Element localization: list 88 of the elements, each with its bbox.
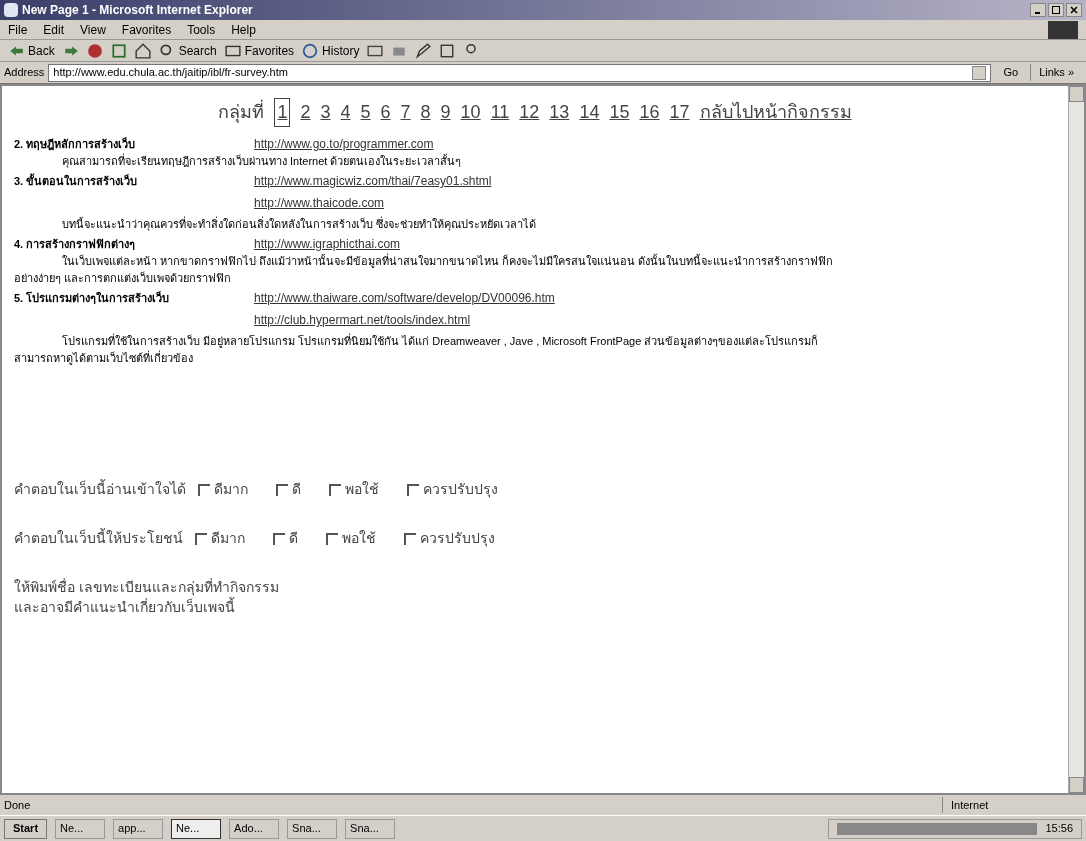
- link[interactable]: http://www.igraphicthai.com: [254, 235, 401, 253]
- topic-title: 2. ทฤษฎีหลักการสร้างเว็บ: [14, 136, 137, 153]
- page-link[interactable]: 4: [340, 99, 351, 126]
- link[interactable]: http://club.hypermart.net/tools/index.html: [254, 313, 471, 327]
- stop-icon: [86, 42, 103, 59]
- maximize-button[interactable]: [1048, 3, 1064, 17]
- option-label: พอใช้: [345, 480, 379, 499]
- topic-description: ในเว็บเพจแต่ละหน้า หากขาดกราฟฟิกไป ถึงแม้ว่าหน้านั้นจะมีข้อมูลที่น่าสนใจมากขนาดไหน ก็คงจะไม่มีใครสนใจแน่นอน ดังนั้นในบทนี้จะแนะนำการสร้างกราฟฟิกอย่างง่ายๆ และการตกแต่งเว็บเพจด้วยกราฟฟิก: [14, 253, 835, 286]
- toolbar-button[interactable]: Favorites: [224, 41, 295, 60]
- nav-label: กลุ่มที่: [218, 99, 265, 126]
- topic-title: 5. โปรแกรมต่างๆในการสร้างเว็บ: [14, 290, 171, 306]
- close-button[interactable]: [1066, 3, 1082, 17]
- page-link[interactable]: 6: [380, 99, 391, 126]
- question-label: คำตอบในเว็บนี้ให้ประโยชน์: [14, 528, 183, 548]
- option-label: ดีมาก: [211, 529, 245, 548]
- browser-icon: [4, 3, 18, 17]
- page-link[interactable]: 13: [549, 99, 570, 126]
- address-field[interactable]: http://www.edu.chula.ac.th/jaitip/ibl/fr-survey.htm: [48, 63, 992, 82]
- page-link[interactable]: 16: [639, 99, 660, 126]
- scrollbar[interactable]: [1068, 86, 1084, 793]
- page-link[interactable]: 3: [320, 99, 331, 126]
- taskbar-button[interactable]: Ne...: [171, 818, 222, 839]
- minimize-button[interactable]: [1030, 3, 1046, 17]
- page-link[interactable]: 17: [669, 99, 690, 126]
- page-link[interactable]: 1: [274, 98, 291, 127]
- taskbar-button[interactable]: Sna...: [287, 818, 338, 839]
- close-icon: [1070, 6, 1078, 14]
- option-label: ควรปรับปรุง: [423, 480, 498, 500]
- clock: 15:56: [1045, 821, 1073, 837]
- page-link[interactable]: 2: [300, 99, 311, 126]
- option-label: พอใช้: [342, 529, 376, 548]
- option-label: ควรปรับปรุง: [420, 529, 495, 549]
- page-link[interactable]: 14: [579, 99, 600, 126]
- taskbar-button[interactable]: Ne...: [55, 818, 106, 839]
- links-button[interactable]: Links »: [1030, 64, 1082, 81]
- taskbar-button[interactable]: Sna...: [345, 818, 396, 839]
- page-link[interactable]: 12: [519, 99, 540, 126]
- go-button[interactable]: Go: [995, 64, 1027, 81]
- link[interactable]: http://www.thaicode.com: [254, 196, 385, 210]
- menu-item[interactable]: File: [8, 20, 28, 39]
- question-label: คำตอบในเว็บนี้อ่านเข้าใจได้: [14, 479, 186, 499]
- instruction-text: และอาจมีคำแนะนำเกี่ยวกับเว็บเพจนี้: [14, 597, 236, 617]
- window-title: New Page 1 - Microsoft Internet Explorer: [22, 2, 253, 19]
- home-icon: [134, 42, 151, 59]
- topic-title: 3. ขั้นตอนในการสร้างเว็บ: [14, 173, 139, 189]
- topic-description: โปรแกรมที่ใช้ในการสร้างเว็บ มีอยู่หลายโปรแกรม โปรแกรมที่นิยมใช้กัน ได้แก่ Dreamweaver , Jave , Microsoft FrontPage ส่วนข้อมูลต่างๆของแต่ละโปรแกรมก็สามารถหาดูได้ตามเว็บไซต์ที่เกี่ยวข้อง: [14, 333, 820, 367]
- page-link[interactable]: 5: [360, 99, 371, 126]
- instruction-text: ให้พิมพ์ชื่อ เลขทะเบียนและกลุ่มที่ทำกิจกรรม: [14, 577, 280, 597]
- link[interactable]: http://www.thaiware.com/software/develop/DV00096.htm: [254, 289, 555, 307]
- topic-title: 4. การสร้างกราฟฟิกต่างๆ: [14, 237, 137, 252]
- topic-description: บทนี้จะแนะนำว่าคุณควรที่จะทำสิ่งใดก่อนสิ่งใดหลังในการสร้างเว็บ ซึ่งจะช่วยทำให้คุณประหยัดเวลาได้: [61, 216, 538, 233]
- menu-item[interactable]: Help: [231, 20, 256, 39]
- page-link[interactable]: 8: [420, 99, 431, 126]
- page-link[interactable]: 7: [400, 99, 411, 126]
- address-label: Address: [4, 65, 45, 81]
- zone-text: Internet: [942, 796, 1082, 814]
- page-link[interactable]: 15: [609, 99, 630, 126]
- menu-item[interactable]: Tools: [187, 20, 216, 39]
- option-label: ดีมาก: [214, 480, 248, 499]
- start-button[interactable]: Start: [4, 818, 48, 839]
- toolbar-button[interactable]: [86, 42, 103, 59]
- page-link[interactable]: 11: [490, 99, 510, 126]
- maximize-icon: [1052, 6, 1060, 14]
- back-link[interactable]: กลับไปหน้ากิจกรรม: [699, 99, 852, 126]
- toolbar-button[interactable]: [134, 42, 151, 59]
- taskbar-button[interactable]: Ado...: [229, 818, 280, 839]
- taskbar-button[interactable]: app...: [113, 818, 164, 839]
- history-icon: [302, 42, 319, 59]
- refresh-icon: [110, 42, 127, 59]
- option-label: ดี: [289, 529, 298, 548]
- toolbar-button[interactable]: [110, 42, 127, 59]
- page-link[interactable]: 9: [440, 99, 451, 126]
- status-text: Done: [4, 797, 31, 813]
- menu-item[interactable]: View: [80, 20, 106, 39]
- toolbar-button[interactable]: History: [302, 41, 360, 60]
- menu-item[interactable]: Edit: [43, 20, 65, 39]
- page-link[interactable]: 10: [460, 99, 481, 126]
- toolbar-button[interactable]: [415, 42, 432, 59]
- link[interactable]: http://www.magicwiz.com/thai/7easy01.shtml: [254, 172, 492, 190]
- toolbar-button[interactable]: Search: [158, 41, 217, 60]
- menu-item[interactable]: Favorites: [121, 20, 172, 39]
- topic-description: คุณสามารถที่จะเรียนทฤษฎีการสร้างเว็บผ่านทาง Internet ด้วยตนเองในระยะเวลาสั้นๆ: [61, 153, 463, 170]
- toolbar-button[interactable]: [439, 42, 456, 59]
- link[interactable]: http://www.go.to/programmer.com: [254, 135, 434, 153]
- option-label: ดี: [292, 480, 301, 499]
- toolbar-button[interactable]: Back: [8, 41, 55, 60]
- page-icon: [439, 42, 456, 59]
- pencil-icon: [415, 42, 432, 59]
